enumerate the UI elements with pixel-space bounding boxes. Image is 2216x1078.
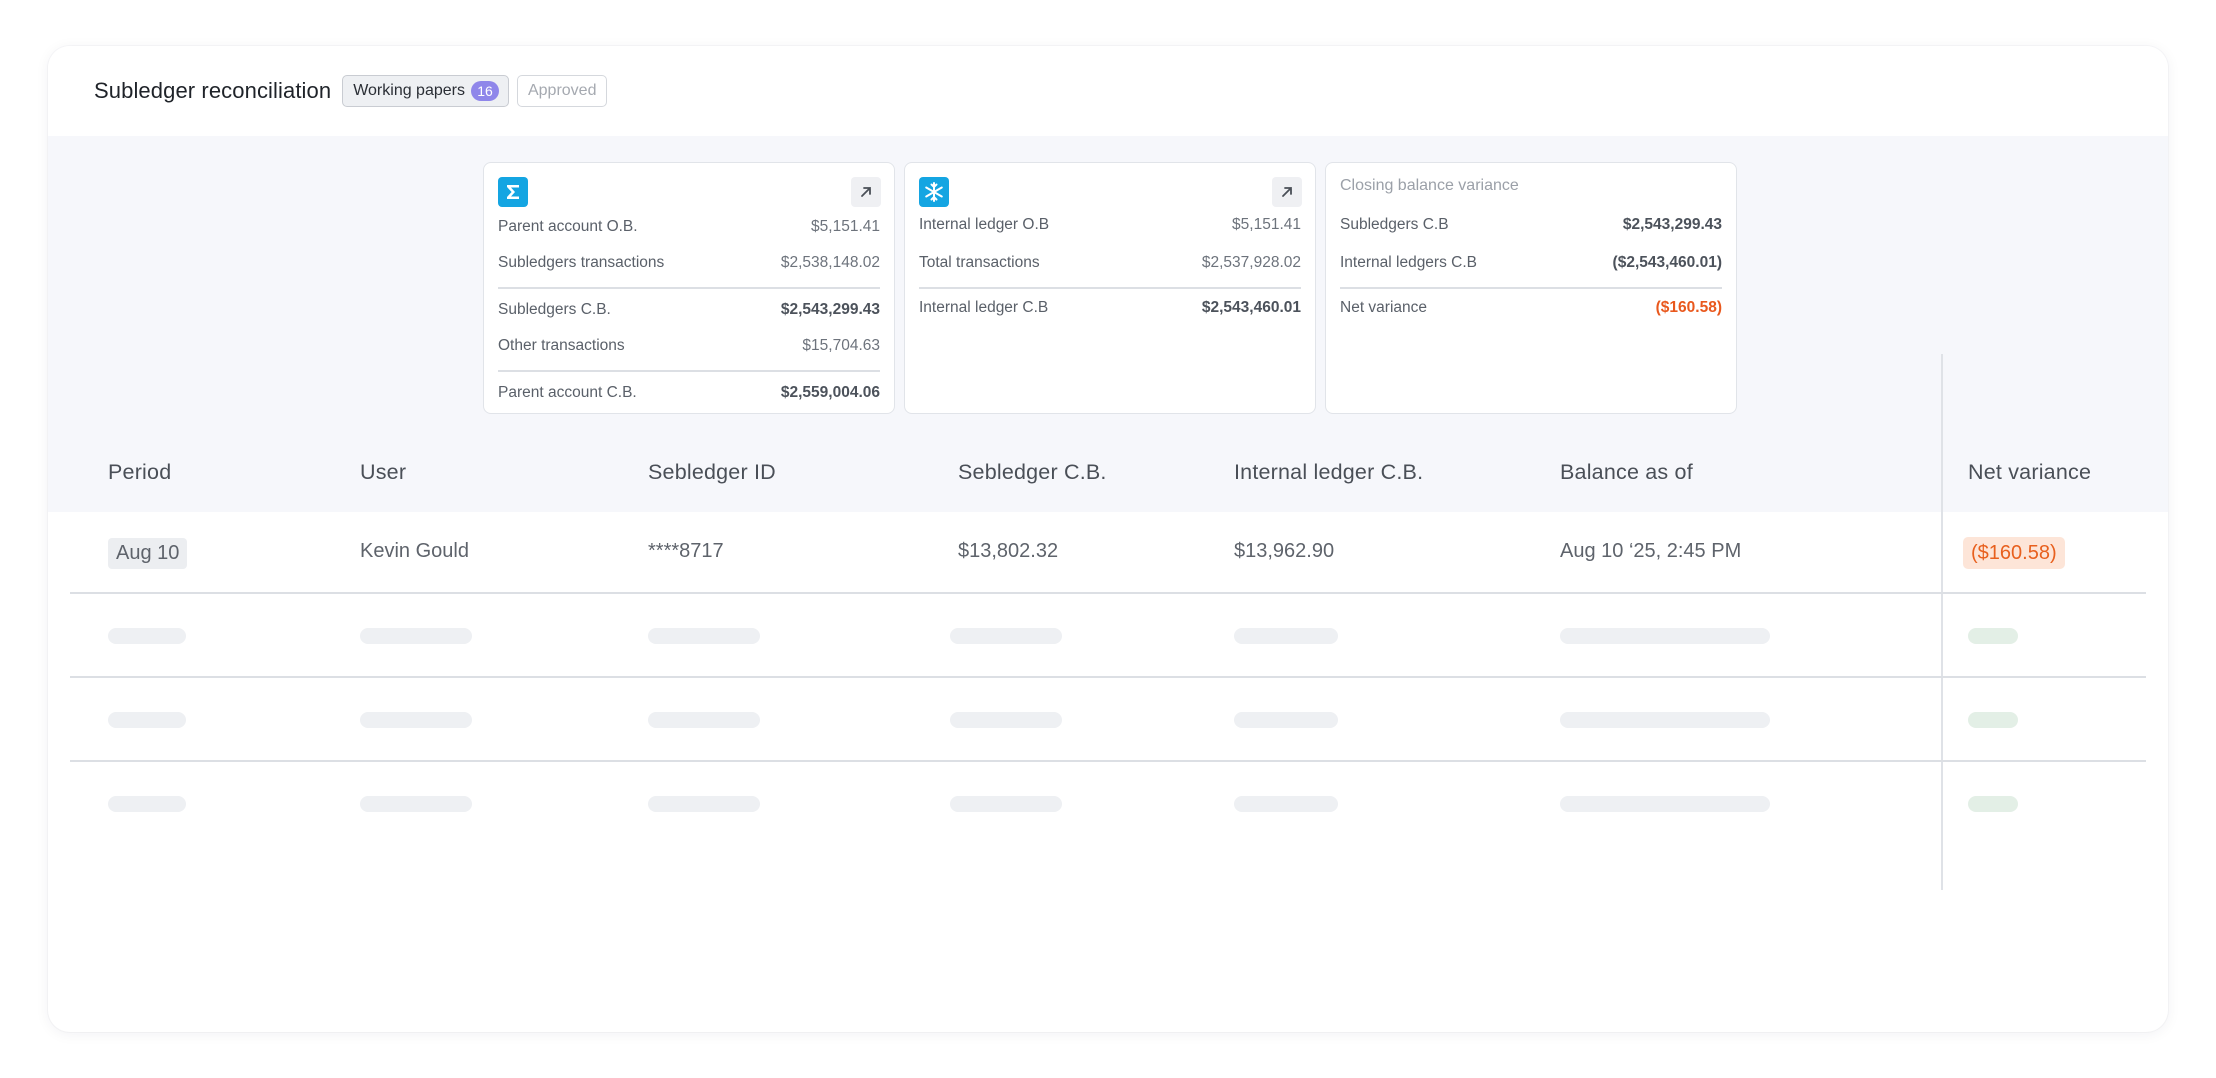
row-label: Other transactions [498,337,625,354]
skeleton-bar [1234,796,1338,812]
skeleton-bar [108,796,186,812]
row-value: $2,543,460.01 [1201,299,1301,316]
skeleton-bar [1560,628,1770,644]
closing-balance-variance-card: Closing balance variance Subledgers C.B … [1325,162,1737,414]
balance-as-of-cell: Aug 10 ‘25, 2:45 PM [1560,540,1742,562]
panel-header: Subledger reconciliation Working papers … [48,46,2168,136]
subledger-cb-cell: $13,802.32 [958,540,1059,562]
internal-ledger-card: Internal ledger O.B $5,151.41 Total tran… [904,162,1316,414]
page-title: Subledger reconciliation [94,78,332,103]
column-separator [1941,354,1943,890]
row-value: $2,543,299.43 [780,301,880,318]
skeleton-bar [360,796,472,812]
card-row: Parent account O.B. $5,151.41 [498,218,880,236]
skeleton-bar [950,628,1062,644]
tab-approved[interactable]: Approved [516,75,608,107]
working-papers-count-badge: 16 [470,81,499,101]
row-value: $2,538,148.02 [780,254,880,271]
card-row: Subledgers C.B. $2,543,299.43 [498,301,880,319]
column-header-internal-ledger-cb[interactable]: Internal ledger C.B. [1234,460,1423,485]
net-variance-value: ($160.58) [1655,299,1722,316]
user-cell: Kevin Gould [360,540,469,562]
skeleton-bar [1968,796,2018,812]
row-label: Parent account C.B. [498,384,637,401]
row-divider [70,676,2146,678]
row-label: Subledgers C.B [1340,216,1449,233]
row-label: Net variance [1340,299,1428,316]
column-header-balance-as-of[interactable]: Balance as of [1560,460,1693,485]
row-value: $5,151.41 [811,218,880,235]
card-row: Internal ledger O.B $5,151.41 [919,216,1301,234]
skeleton-bar [1968,712,2018,728]
card-row: Other transactions $15,704.63 [498,337,880,355]
row-divider [70,760,2146,762]
skeleton-bar [1560,796,1770,812]
card-row: Subledgers transactions $2,538,148.02 [498,254,880,272]
snowflake-logo-icon [919,177,949,207]
card-row: Total transactions $2,537,928.02 [919,254,1301,272]
skeleton-bar [950,796,1062,812]
card-row: Parent account C.B. $2,559,004.06 [498,384,880,402]
card-row: Net variance ($160.58) [1340,299,1722,317]
internal-cb-cell: $13,962.90 [1234,540,1335,562]
skeleton-bar [1234,712,1338,728]
divider [498,370,880,372]
card-row: Internal ledger C.B $2,543,460.01 [919,299,1301,317]
skeleton-bar [1968,628,2018,644]
skeleton-bar [360,628,472,644]
sigma-logo-icon [498,177,528,207]
row-label: Total transactions [919,254,1040,271]
column-header-net-variance[interactable]: Net variance [1968,460,2091,485]
row-value: $2,543,299.43 [1622,216,1722,233]
row-label: Subledgers C.B. [498,301,611,318]
row-value: $2,537,928.02 [1201,254,1301,271]
skeleton-bar [648,712,760,728]
column-header-period[interactable]: Period [108,460,171,485]
period-chip[interactable]: Aug 10 [108,538,188,569]
divider [1340,287,1722,289]
skeleton-bar [1560,712,1770,728]
divider [919,287,1301,289]
column-header-subledger-id[interactable]: Sebledger ID [648,460,776,485]
column-header-user[interactable]: User [360,460,406,485]
subledger-id-cell: ****8717 [648,540,724,562]
open-external-icon[interactable] [851,177,881,207]
open-external-icon[interactable] [1272,177,1302,207]
card-row: Internal ledgers C.B ($2,543,460.01) [1340,254,1722,272]
row-divider [70,592,2146,594]
net-variance-chip: ($160.58) [1963,537,2065,569]
column-header-subledger-cb[interactable]: Sebledger C.B. [958,460,1107,485]
skeleton-bar [1234,628,1338,644]
skeleton-bar [648,796,760,812]
card-row: Subledgers C.B $2,543,299.43 [1340,216,1722,234]
row-value: $15,704.63 [802,337,880,354]
tab-approved-label: Approved [527,82,597,99]
divider [498,287,880,289]
row-label: Internal ledger C.B [919,299,1049,316]
skeleton-bar [108,628,186,644]
skeleton-bar [108,712,186,728]
skeleton-bar [648,628,760,644]
tab-working-papers-label: Working papers [353,82,465,99]
skeleton-bar [360,712,472,728]
row-label: Internal ledger O.B [919,216,1050,233]
tab-working-papers[interactable]: Working papers 16 [342,75,509,107]
skeleton-bar [950,712,1062,728]
row-value: ($2,543,460.01) [1612,254,1722,271]
row-label: Internal ledgers C.B [1340,254,1477,271]
row-label: Parent account O.B. [498,218,638,235]
row-value: $5,151.41 [1232,216,1301,233]
parent-account-card: Parent account O.B. $5,151.41 Subledgers… [483,162,895,414]
row-label: Subledgers transactions [498,254,665,271]
card-title: Closing balance variance [1340,177,1519,194]
row-value: $2,559,004.06 [780,384,880,401]
